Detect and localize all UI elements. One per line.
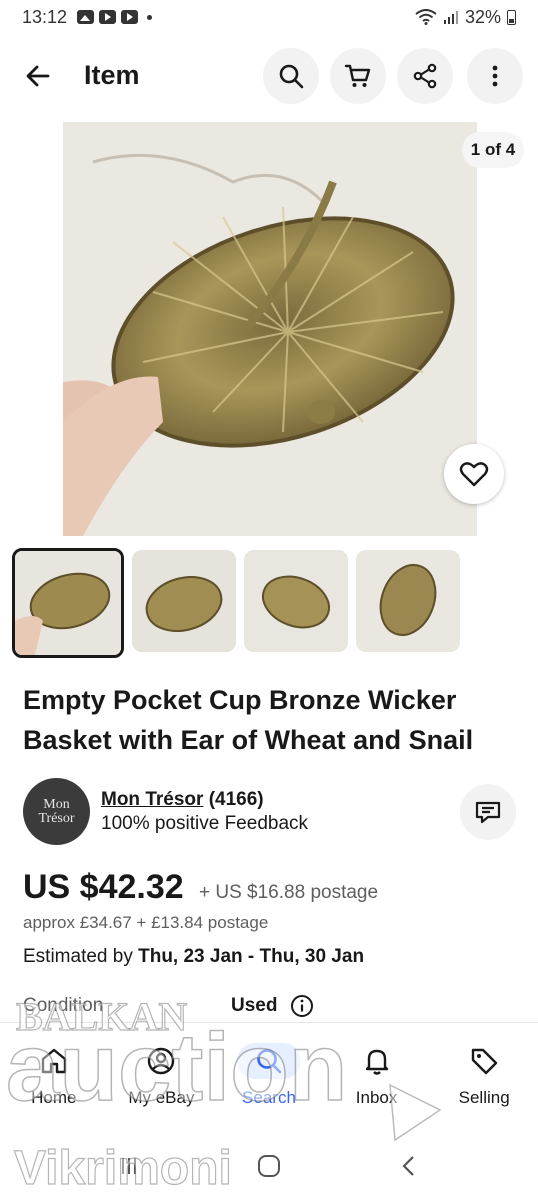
page-title: Item xyxy=(84,60,140,90)
youtube-notification-icon xyxy=(99,10,117,24)
youtube-notification-icon-2 xyxy=(121,10,139,24)
search-icon xyxy=(257,1049,282,1074)
tag-icon xyxy=(471,1048,498,1075)
cart-button[interactable] xyxy=(330,48,386,104)
signal-icon xyxy=(443,11,458,24)
thumbnail-3[interactable] xyxy=(244,550,348,652)
info-icon[interactable] xyxy=(290,994,314,1018)
item-main-image[interactable] xyxy=(63,122,477,536)
more-notifications-icon xyxy=(147,14,153,20)
nav-selling-label: Selling xyxy=(458,1088,510,1107)
thumbnail-2[interactable] xyxy=(132,550,236,652)
contact-seller-button[interactable] xyxy=(460,784,516,840)
watch-button[interactable] xyxy=(444,444,504,504)
nav-home-label: Home xyxy=(31,1088,77,1107)
cart-icon xyxy=(344,64,371,87)
image-counter: 1 of 4 xyxy=(462,132,524,168)
seller-avatar-line2: Trésor xyxy=(38,810,75,826)
nav-my-ebay[interactable]: My eBay xyxy=(108,1023,216,1132)
delivery-prefix: Estimated by xyxy=(23,946,139,967)
approx-price: approx £34.67 + £13.84 postage xyxy=(23,913,269,932)
nav-my-ebay-label: My eBay xyxy=(128,1088,195,1107)
item-title: Empty Pocket Cup Bronze Wicker Basket wi… xyxy=(23,685,474,755)
more-options-button[interactable] xyxy=(467,48,523,104)
wifi-icon xyxy=(415,9,437,25)
system-navigation-bar xyxy=(0,1132,538,1200)
seller-feedback-count: (4166) xyxy=(208,789,264,810)
gallery-notification-icon xyxy=(77,10,95,24)
heart-icon xyxy=(459,462,489,487)
image-thumbnails xyxy=(12,548,460,658)
seller-name: Mon Trésor xyxy=(101,789,204,810)
battery-percent: 32% xyxy=(464,6,501,27)
home-circle-icon[interactable] xyxy=(256,1153,282,1179)
condition-value: Used xyxy=(231,995,278,1016)
bottom-navigation: Home My eBay Search Inbox Selling xyxy=(0,1022,538,1132)
seller-name-link[interactable]: Mon Trésor (4166) xyxy=(101,789,264,811)
seller-feedback: 100% positive Feedback xyxy=(101,813,309,834)
item-price: US $42.32 xyxy=(23,868,184,906)
share-icon xyxy=(413,63,437,89)
account-icon xyxy=(148,1047,175,1075)
bell-icon xyxy=(365,1049,388,1075)
thumbnail-photo-2 xyxy=(132,550,236,652)
search-icon xyxy=(279,64,304,89)
recent-apps-icon[interactable] xyxy=(117,1154,141,1178)
thumbnail-photo-3 xyxy=(244,550,348,652)
arrow-left-icon xyxy=(26,65,50,87)
seller-avatar[interactable]: Mon Trésor xyxy=(23,778,90,845)
back-button[interactable] xyxy=(14,52,62,100)
delivery-estimate: Estimated by Thu, 23 Jan - Thu, 30 Jan xyxy=(23,946,364,968)
bronze-dish-photo xyxy=(63,122,477,536)
thumbnail-1[interactable] xyxy=(12,548,124,658)
postage-price: + US $16.88 postage xyxy=(199,882,379,903)
more-vertical-icon xyxy=(492,65,498,87)
nav-inbox-label: Inbox xyxy=(355,1088,398,1107)
thumbnail-photo-1 xyxy=(15,551,121,655)
delivery-dates: Thu, 23 Jan - Thu, 30 Jan xyxy=(138,946,365,967)
search-button[interactable] xyxy=(263,48,319,104)
thumbnail-4[interactable] xyxy=(356,550,460,652)
status-bar: 13:12 32% xyxy=(0,0,538,34)
condition-label: Condition xyxy=(23,995,104,1016)
message-icon xyxy=(475,801,501,824)
nav-selling[interactable]: Selling xyxy=(430,1023,538,1132)
share-button[interactable] xyxy=(397,48,453,104)
seller-avatar-line1: Mon xyxy=(43,796,70,812)
app-header: Item xyxy=(0,44,538,108)
back-chevron-icon[interactable] xyxy=(397,1154,421,1178)
nav-inbox[interactable]: Inbox xyxy=(323,1023,431,1132)
status-time: 13:12 xyxy=(22,6,68,27)
nav-home[interactable]: Home xyxy=(0,1023,108,1132)
thumbnail-photo-4 xyxy=(356,550,460,652)
battery-icon xyxy=(507,9,516,25)
home-icon xyxy=(41,1048,66,1074)
nav-search[interactable]: Search xyxy=(215,1023,323,1132)
nav-search-label: Search xyxy=(242,1088,296,1107)
